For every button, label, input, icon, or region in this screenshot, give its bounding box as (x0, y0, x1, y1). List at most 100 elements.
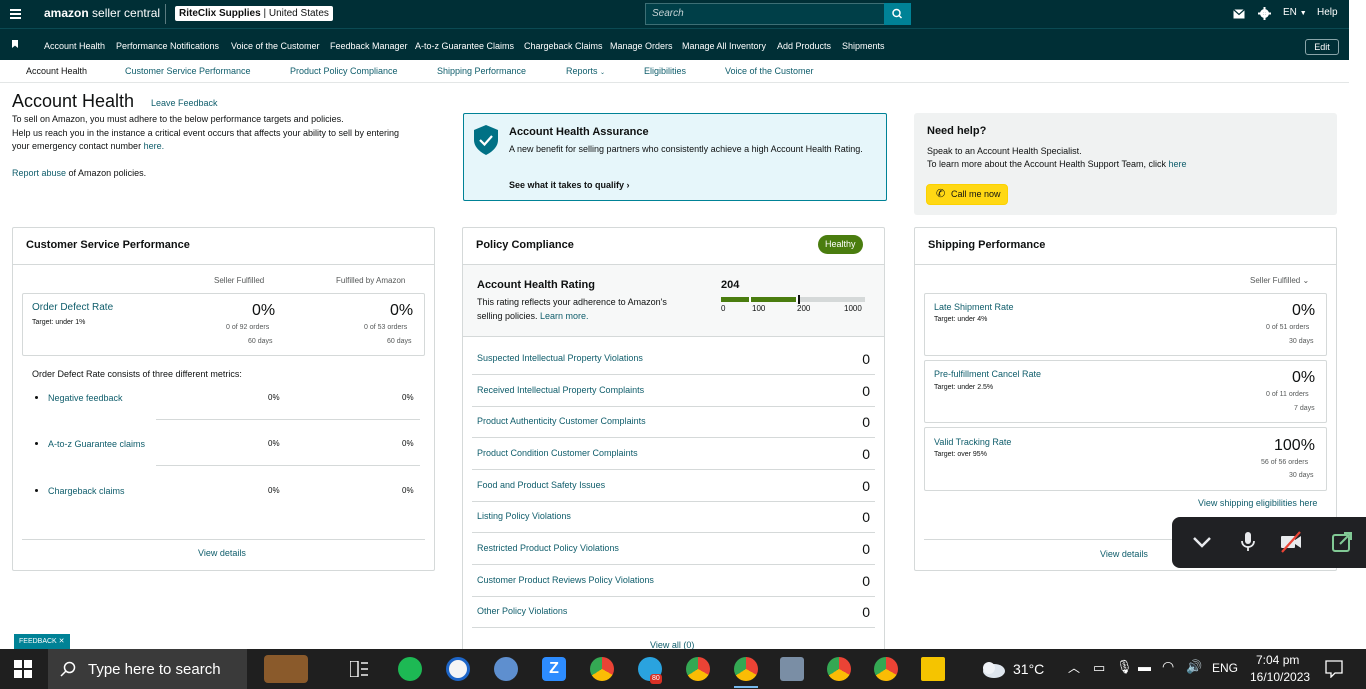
language-selector[interactable]: EN ▼ (1283, 7, 1307, 18)
leave-feedback-link[interactable]: Leave Feedback (151, 98, 218, 108)
clock-app-icon[interactable] (446, 657, 470, 681)
subnav-product-policy-compliance[interactable]: Product Policy Compliance (290, 66, 398, 76)
search-input[interactable]: Search (645, 3, 885, 25)
ahr-rating-fill (721, 297, 798, 302)
bookmark-icon[interactable] (12, 40, 18, 48)
policy-row[interactable]: Customer Product Reviews Policy Violatio… (472, 565, 875, 597)
input-language[interactable]: ENG (1212, 661, 1238, 675)
policy-row[interactable]: Product Authenticity Customer Complaints… (472, 406, 875, 438)
shipping-view-details-link[interactable]: View details (1100, 549, 1148, 559)
open-external-icon[interactable] (1330, 530, 1354, 554)
cancel-rate-link[interactable]: Pre-fulfillment Cancel Rate (934, 369, 1041, 379)
gear-icon[interactable] (1258, 7, 1271, 20)
csp-view-details-link[interactable]: View details (198, 548, 246, 558)
feedback-tab[interactable]: FEEDBACK ✕ (14, 634, 70, 649)
valid-tracking-rate-link[interactable]: Valid Tracking Rate (934, 437, 1011, 447)
hedgehog-highlight-icon[interactable] (264, 655, 308, 683)
policy-view-all-link[interactable]: View all (0) (650, 640, 694, 649)
metric-a-to-z-fba: 0% (402, 439, 414, 448)
hamburger-menu-icon[interactable] (6, 4, 26, 24)
store-selector[interactable]: RiteClix Supplies | United States (175, 6, 333, 21)
policy-row-label: Customer Product Reviews Policy Violatio… (477, 575, 654, 585)
shipping-filter-label: Seller Fulfilled (1250, 276, 1301, 285)
brand-prefix: amazon (44, 6, 89, 20)
chrome-profile-s-icon[interactable] (827, 657, 851, 681)
chrome-profile-r-icon[interactable] (874, 657, 898, 681)
chevron-down-icon[interactable] (1190, 530, 1214, 554)
shipping-filter-dropdown[interactable]: Seller Fulfilled ⌄ (1250, 276, 1309, 285)
policy-row[interactable]: Suspected Intellectual Property Violatio… (472, 343, 875, 375)
microphone-tray-icon[interactable]: 🎙 (1116, 659, 1133, 675)
subnav-eligibilities[interactable]: Eligibilities (644, 66, 686, 76)
subnav-customer-service-performance[interactable]: Customer Service Performance (125, 66, 251, 76)
nav-chargeback-claims[interactable]: Chargeback Claims (524, 41, 603, 51)
nav-account-health[interactable]: Account Health (44, 41, 105, 51)
microphone-icon[interactable] (1236, 530, 1260, 554)
assurance-qualify-link[interactable]: See what it takes to qualify › (509, 180, 630, 190)
policy-row-label: Product Condition Customer Complaints (477, 448, 638, 458)
support-team-link[interactable]: here (1168, 159, 1186, 169)
policy-row[interactable]: Restricted Product Policy Violations 0 (472, 533, 875, 565)
policy-row[interactable]: Listing Policy Violations 0 (472, 501, 875, 533)
taskbar-search-box[interactable]: Type here to search (48, 649, 247, 689)
policy-row[interactable]: Food and Product Safety Issues 0 (472, 470, 875, 502)
nav-manage-inventory[interactable]: Manage All Inventory (682, 41, 766, 51)
zoom-app-icon[interactable]: Z (542, 657, 566, 681)
metric-negative-feedback-link[interactable]: Negative feedback (48, 393, 123, 403)
nav-feedback-manager[interactable]: Feedback Manager (330, 41, 408, 51)
windows-start-icon[interactable] (14, 660, 32, 678)
emergency-contact-link[interactable]: here. (144, 141, 165, 151)
paint-app-icon[interactable] (494, 657, 518, 681)
volume-icon[interactable]: 🔊 (1186, 659, 1202, 675)
subnav-shipping-performance[interactable]: Shipping Performance (437, 66, 526, 76)
need-help-title: Need help? (927, 125, 987, 137)
odr-metrics-intro: Order Defect Rate consists of three diff… (32, 369, 242, 379)
policy-row-label: Food and Product Safety Issues (477, 480, 606, 490)
calculator-icon[interactable] (780, 657, 804, 681)
sticky-notes-icon[interactable] (921, 657, 945, 681)
wifi-icon[interactable]: ◠ (1162, 658, 1174, 675)
metric-a-to-z-link[interactable]: A-to-z Guarantee claims (48, 439, 145, 449)
nav-voice-of-customer[interactable]: Voice of the Customer (231, 41, 320, 51)
chrome-icon[interactable] (590, 657, 614, 681)
help-link[interactable]: Help (1317, 7, 1338, 18)
policy-row-label: Listing Policy Violations (477, 511, 571, 521)
clock-time[interactable]: 7:04 pm (1256, 653, 1299, 667)
chevron-up-icon[interactable]: ︿ (1068, 659, 1080, 676)
subnav-account-health[interactable]: Account Health (26, 66, 87, 76)
nav-add-products[interactable]: Add Products (777, 41, 831, 51)
chrome-profile-l-icon[interactable] (734, 657, 758, 681)
notification-center-icon[interactable] (1325, 660, 1343, 678)
brand-logo[interactable]: amazon seller central (44, 6, 160, 20)
shipping-eligibilities-link[interactable]: View shipping eligibilities here (1198, 498, 1317, 508)
ahr-learn-more-link[interactable]: Learn more. (540, 311, 589, 321)
task-view-icon[interactable] (350, 661, 368, 677)
policy-row[interactable]: Received Intellectual Property Complaint… (472, 375, 875, 407)
nav-shipments[interactable]: Shipments (842, 41, 885, 51)
call-me-now-button[interactable]: ✆ Call me now (926, 184, 1008, 205)
mail-icon[interactable] (1233, 9, 1245, 19)
camera-off-icon[interactable] (1279, 530, 1303, 554)
subnav-reports[interactable]: Reports ⌄ (566, 66, 605, 76)
nav-manage-orders[interactable]: Manage Orders (610, 41, 673, 51)
weather-cloud-icon[interactable] (980, 659, 1006, 679)
nav-performance-notifications[interactable]: Performance Notifications (116, 41, 219, 51)
edit-nav-button[interactable]: Edit (1305, 39, 1339, 55)
clock-date[interactable]: 16/10/2023 (1250, 670, 1310, 684)
subnav-voice-of-customer[interactable]: Voice of the Customer (725, 66, 814, 76)
order-defect-rate-link[interactable]: Order Defect Rate (32, 302, 113, 313)
spotify-icon[interactable] (398, 657, 422, 681)
ahr-line-2: selling policies. Learn more. (477, 311, 589, 321)
late-shipment-rate-link[interactable]: Late Shipment Rate (934, 302, 1014, 312)
battery-icon[interactable]: ▬ (1138, 659, 1151, 674)
report-abuse-link[interactable]: Report abuse (12, 168, 66, 178)
search-button[interactable] (884, 3, 911, 25)
meet-icon[interactable]: ▭ (1093, 660, 1105, 676)
nav-a-to-z-claims[interactable]: A-to-z Guarantee Claims (415, 41, 514, 51)
policy-row[interactable]: Product Condition Customer Complaints 0 (472, 438, 875, 470)
chrome-profile-m-icon[interactable] (686, 657, 710, 681)
weather-temperature[interactable]: 31°C (1013, 661, 1044, 677)
metric-chargeback-link[interactable]: Chargeback claims (48, 486, 125, 496)
policy-row[interactable]: Other Policy Violations 0 (472, 596, 875, 628)
intro-line-2: Help us reach you in the instance a crit… (12, 128, 400, 138)
